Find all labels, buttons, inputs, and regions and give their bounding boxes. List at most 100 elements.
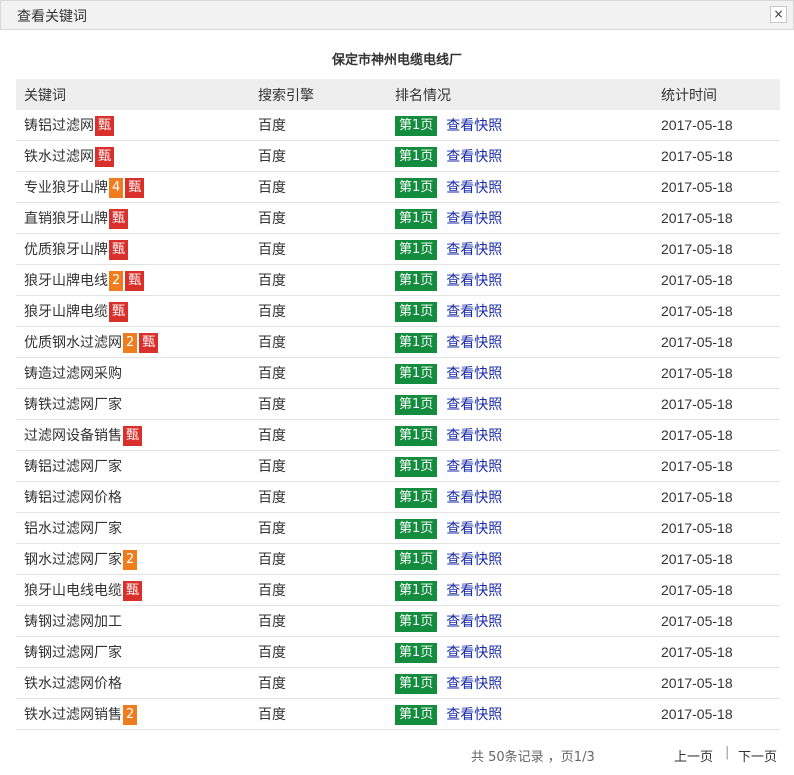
engine-cell: 百度 — [250, 698, 387, 730]
table-row: 铸钢过滤网加工 百度 第1页 查看快照 2017-05-18 — [16, 605, 780, 637]
date-cell: 2017-05-18 — [653, 481, 780, 513]
table-row: 直销狼牙山牌甄百度 第1页 查看快照 2017-05-18 — [16, 202, 780, 234]
keyword-text: 过滤网设备销售 — [24, 427, 122, 444]
engine-cell: 百度 — [250, 171, 387, 203]
view-snapshot-link[interactable]: 查看快照 — [446, 366, 502, 382]
table-row: 铸铝过滤网甄百度 第1页 查看快照 2017-05-18 — [16, 110, 780, 141]
keyword-cell: 铸造过滤网采购 — [16, 357, 250, 389]
engine-cell: 百度 — [250, 357, 387, 389]
date-cell: 2017-05-18 — [653, 202, 780, 234]
view-snapshot-link[interactable]: 查看快照 — [446, 428, 502, 444]
table-row: 铸铝过滤网厂家 百度 第1页 查看快照 2017-05-18 — [16, 450, 780, 482]
view-snapshot-link[interactable]: 查看快照 — [446, 118, 502, 134]
rank-cell: 第1页 查看快照 — [387, 295, 653, 327]
view-snapshot-link[interactable]: 查看快照 — [446, 583, 502, 599]
view-snapshot-link[interactable]: 查看快照 — [446, 304, 502, 320]
view-snapshot-link[interactable]: 查看快照 — [446, 552, 502, 568]
rank-cell: 第1页 查看快照 — [387, 140, 653, 172]
keyword-cell: 狼牙山牌电线 2 甄 — [16, 264, 250, 296]
date-cell: 2017-05-18 — [653, 295, 780, 327]
view-snapshot-link[interactable]: 查看快照 — [446, 676, 502, 692]
table-row: 铸造过滤网采购 百度 第1页 查看快照 2017-05-18 — [16, 357, 780, 389]
table-row: 狼牙山牌电线 2 甄百度 第1页 查看快照 2017-05-18 — [16, 264, 780, 296]
prev-page-link[interactable]: 上一页 — [674, 746, 713, 765]
company-name: 保定市神州电缆电线厂 — [331, 53, 462, 68]
keyword-cell: 专业狼牙山牌 4 甄 — [16, 171, 250, 203]
tag-badge: 甄 — [109, 208, 129, 229]
rank-cell: 第1页 查看快照 — [387, 574, 653, 606]
date-cell: 2017-05-18 — [653, 388, 780, 420]
keyword-dialog: 查看关键词 × 保定市神州电缆电线厂 关键词 搜索引擎 排名情况 统计时间 铸铝… — [0, 0, 794, 775]
view-snapshot-link[interactable]: 查看快照 — [446, 242, 502, 258]
view-snapshot-link[interactable]: 查看快照 — [446, 614, 502, 630]
rank-cell: 第1页 查看快照 — [387, 512, 653, 544]
engine-cell: 百度 — [250, 636, 387, 668]
rank-cell: 第1页 查看快照 — [387, 357, 653, 389]
date-cell: 2017-05-18 — [653, 574, 780, 606]
date-cell: 2017-05-18 — [653, 264, 780, 296]
rank-cell: 第1页 查看快照 — [387, 543, 653, 575]
dialog-title: 查看关键词 — [17, 9, 87, 25]
view-snapshot-link[interactable]: 查看快照 — [446, 521, 502, 537]
keyword-cell: 铸铝过滤网价格 — [16, 481, 250, 513]
rank-badge: 第1页 — [395, 487, 438, 508]
tag-badge: 甄 — [123, 425, 143, 446]
rank-badge: 第1页 — [395, 239, 438, 260]
next-page-link[interactable]: 下一页 — [738, 746, 777, 765]
date-cell: 2017-05-18 — [653, 512, 780, 544]
keyword-cell: 优质狼牙山牌甄 — [16, 233, 250, 265]
rank-badge: 第1页 — [395, 673, 438, 694]
rank-badge: 第1页 — [395, 518, 438, 539]
date-cell: 2017-05-18 — [653, 605, 780, 637]
date-cell: 2017-05-18 — [653, 357, 780, 389]
view-snapshot-link[interactable]: 查看快照 — [446, 149, 502, 165]
engine-cell: 百度 — [250, 140, 387, 172]
view-snapshot-link[interactable]: 查看快照 — [446, 211, 502, 227]
tag-badge: 甄 — [109, 239, 129, 260]
table-row: 狼牙山电线电缆甄百度 第1页 查看快照 2017-05-18 — [16, 574, 780, 606]
rank-cell: 第1页 查看快照 — [387, 171, 653, 203]
count-badge: 2 — [109, 270, 124, 291]
keyword-text: 狼牙山牌电线 — [24, 272, 108, 289]
date-cell: 2017-05-18 — [653, 326, 780, 358]
keyword-text: 铁水过滤网 — [24, 148, 94, 165]
rank-cell: 第1页 查看快照 — [387, 667, 653, 699]
rank-badge: 第1页 — [395, 177, 438, 198]
keyword-cell: 直销狼牙山牌甄 — [16, 202, 250, 234]
header-date: 统计时间 — [653, 79, 780, 110]
view-snapshot-link[interactable]: 查看快照 — [446, 397, 502, 413]
engine-cell: 百度 — [250, 543, 387, 575]
rank-cell: 第1页 查看快照 — [387, 110, 653, 141]
keyword-text: 狼牙山电线电缆 — [24, 582, 122, 599]
view-snapshot-link[interactable]: 查看快照 — [446, 490, 502, 506]
rank-cell: 第1页 查看快照 — [387, 388, 653, 420]
view-snapshot-link[interactable]: 查看快照 — [446, 273, 502, 289]
table-row: 优质狼牙山牌甄百度 第1页 查看快照 2017-05-18 — [16, 233, 780, 265]
rank-cell: 第1页 查看快照 — [387, 605, 653, 637]
view-snapshot-link[interactable]: 查看快照 — [446, 180, 502, 196]
rank-cell: 第1页 查看快照 — [387, 202, 653, 234]
view-snapshot-link[interactable]: 查看快照 — [446, 459, 502, 475]
engine-cell: 百度 — [250, 110, 387, 141]
view-snapshot-link[interactable]: 查看快照 — [446, 707, 502, 723]
table-header-row: 关键词 搜索引擎 排名情况 统计时间 — [16, 79, 780, 110]
engine-cell: 百度 — [250, 605, 387, 637]
date-cell: 2017-05-18 — [653, 667, 780, 699]
header-rank: 排名情况 — [387, 79, 653, 110]
keyword-text: 铸铝过滤网价格 — [24, 490, 122, 506]
keyword-cell: 铁水过滤网销售 2 — [16, 698, 250, 730]
view-snapshot-link[interactable]: 查看快照 — [446, 335, 502, 351]
keyword-text: 直销狼牙山牌 — [24, 210, 108, 227]
close-icon[interactable]: × — [770, 6, 787, 23]
record-count: 共 50条记录 ，页1/3 — [471, 750, 595, 765]
keyword-text: 狼牙山牌电缆 — [24, 303, 108, 320]
rank-badge: 第1页 — [395, 270, 438, 291]
count-badge: 2 — [123, 332, 138, 353]
table-row: 专业狼牙山牌 4 甄百度 第1页 查看快照 2017-05-18 — [16, 171, 780, 203]
engine-cell: 百度 — [250, 450, 387, 482]
view-snapshot-link[interactable]: 查看快照 — [446, 645, 502, 661]
rank-badge: 第1页 — [395, 146, 438, 167]
rank-cell: 第1页 查看快照 — [387, 450, 653, 482]
table-row: 铁水过滤网销售 2 百度 第1页 查看快照 2017-05-18 — [16, 698, 780, 730]
keyword-cell: 狼牙山电线电缆甄 — [16, 574, 250, 606]
